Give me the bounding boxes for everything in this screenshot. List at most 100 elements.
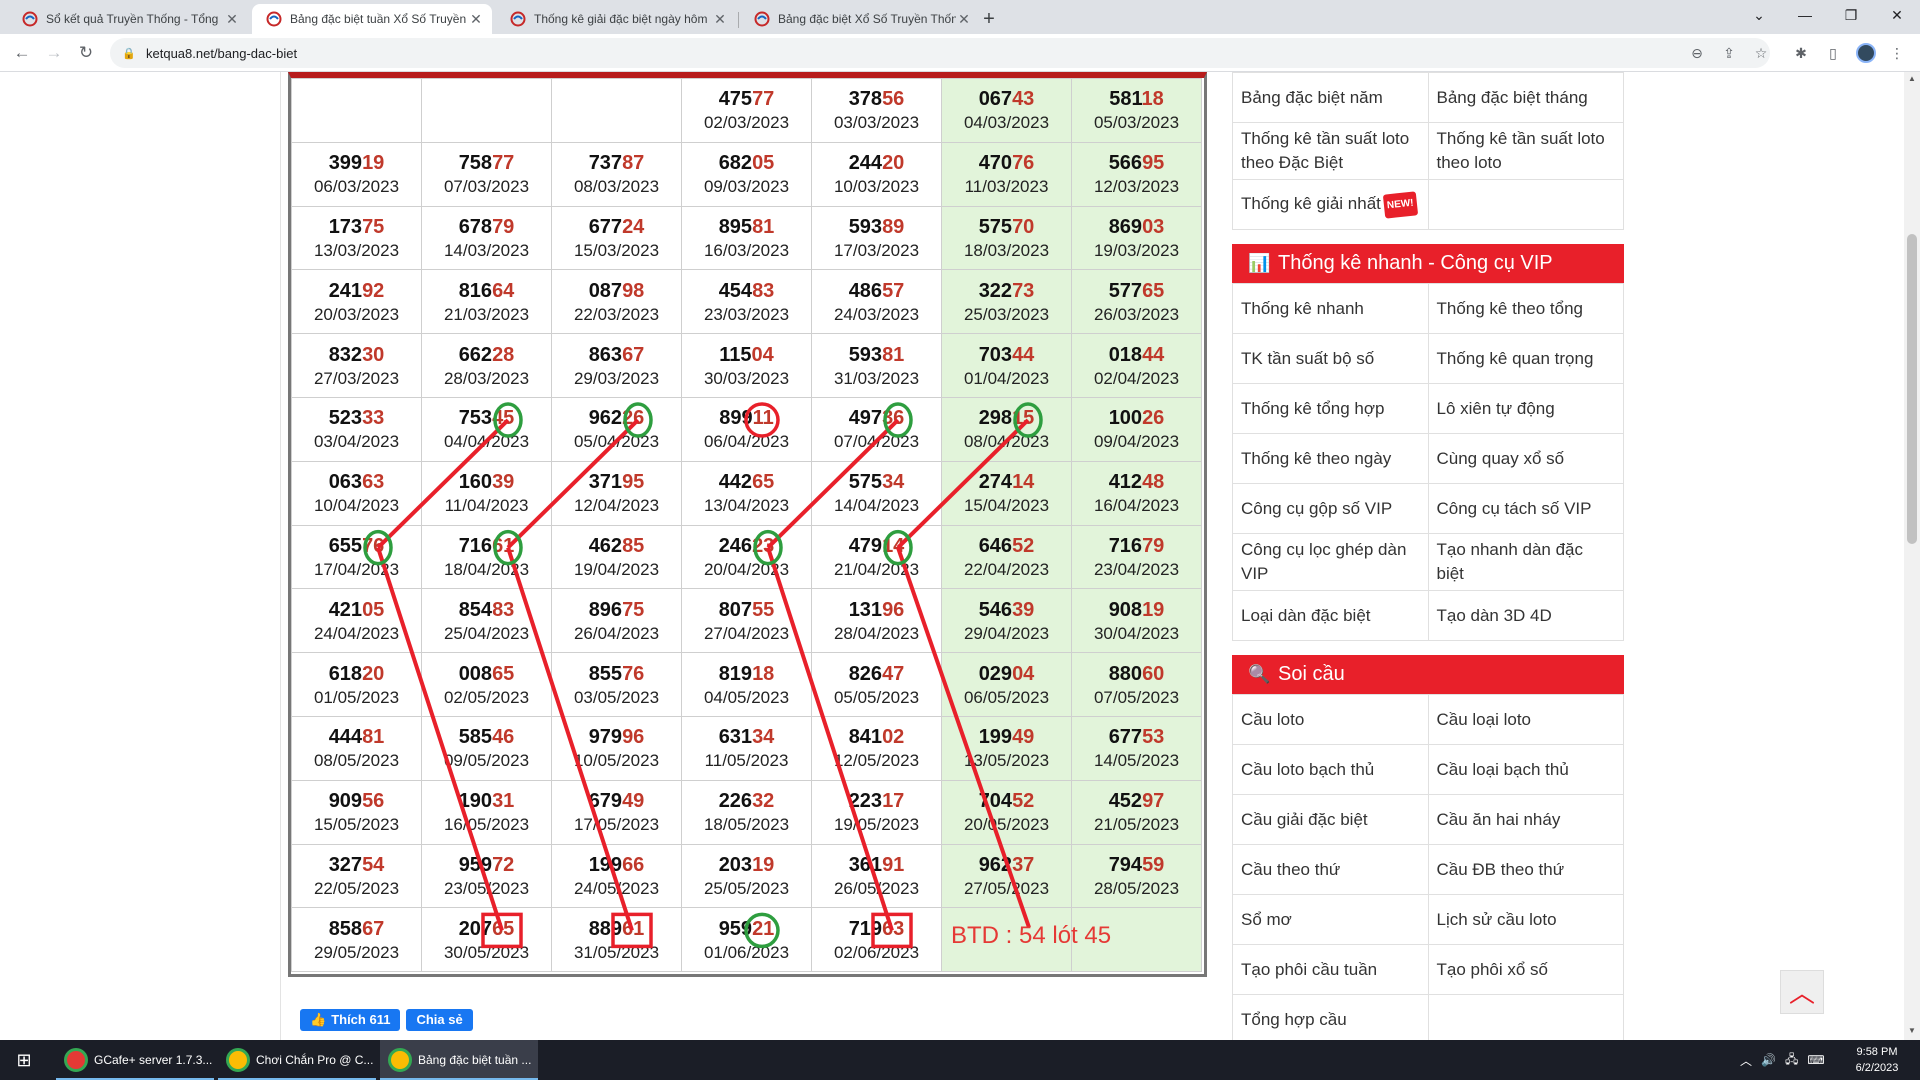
result-cell: 67949 17/05/2023: [551, 779, 682, 845]
share-icon[interactable]: ⇪: [1718, 42, 1740, 64]
sidebar-link[interactable]: Thống kê nhanh: [1232, 283, 1429, 334]
close-tab-icon[interactable]: ✕: [712, 11, 728, 28]
result-cell: 71661 18/04/2023: [421, 524, 552, 590]
volume-icon[interactable]: 🔊: [1761, 1053, 1776, 1067]
side-panel-icon[interactable]: ▯: [1822, 42, 1844, 64]
sidebar-link[interactable]: Bảng đặc biệt năm: [1232, 72, 1429, 123]
sidebar-link[interactable]: Thống kê tần suất loto theo loto: [1427, 122, 1624, 180]
page-content: 47577 02/03/2023 37856 03/03/2023 06743 04/03…: [0, 72, 1920, 1040]
scrollbar-track[interactable]: [1904, 72, 1920, 1040]
scroll-up-arrow-icon[interactable]: ▲: [1906, 74, 1918, 86]
sidebar-link[interactable]: Cầu theo thứ: [1232, 844, 1429, 895]
sidebar-link[interactable]: Thống kê theo ngày: [1232, 433, 1429, 484]
sidebar-link[interactable]: Cùng quay xổ số: [1427, 433, 1624, 484]
close-tab-icon[interactable]: ✕: [956, 11, 972, 28]
sidebar-row: Thống kê giải nhất NEW!: [1232, 179, 1624, 230]
draw-date: 05/05/2023: [833, 687, 920, 707]
draw-date: 19/04/2023: [573, 559, 660, 579]
menu-kebab-icon[interactable]: ⋮: [1886, 42, 1908, 64]
forward-icon[interactable]: →: [42, 41, 66, 65]
sidebar-link[interactable]: Thống kê tổng hợp: [1232, 383, 1429, 434]
sidebar-link[interactable]: Thống kê theo tổng: [1427, 283, 1624, 334]
taskbar-item[interactable]: Bảng đặc biệt tuần ...: [380, 1040, 538, 1080]
sidebar-link[interactable]: Thống kê tần suất loto theo Đặc Biệt: [1232, 122, 1429, 180]
close-tab-icon[interactable]: ✕: [468, 11, 484, 28]
browser-tab[interactable]: Bảng đặc biệt tuần Xổ Số Truyền ✕: [252, 4, 492, 34]
sidebar-link[interactable]: Bảng đặc biệt tháng: [1427, 72, 1624, 123]
draw-date: 23/05/2023: [443, 878, 530, 898]
sidebar-link[interactable]: Lịch sử cầu loto: [1427, 894, 1624, 945]
scroll-to-top-button[interactable]: ︿: [1780, 970, 1824, 1014]
bookmark-star-icon[interactable]: ☆: [1750, 42, 1772, 64]
address-bar[interactable]: 🔒 ketqua8.net/bang-dac-biet: [110, 38, 1770, 68]
draw-date: 03/04/2023: [313, 432, 400, 452]
reload-icon[interactable]: ↻: [74, 41, 98, 65]
special-number: 71963: [848, 917, 905, 940]
draw-date: 24/05/2023: [573, 878, 660, 898]
browser-tab[interactable]: Bảng đặc biệt Xổ Số Truyền Thốn ✕: [740, 4, 980, 34]
sidebar-link[interactable]: Cầu loại loto: [1427, 694, 1624, 745]
new-tab-button[interactable]: +: [975, 5, 1003, 33]
zoom-icon[interactable]: ⊖: [1686, 42, 1708, 64]
browser-tab[interactable]: Sổ kết quả Truyền Thống - Tổng ✕: [8, 4, 248, 34]
profile-avatar[interactable]: [1856, 43, 1876, 63]
sidebar-link[interactable]: Cầu loto bạch thủ: [1232, 744, 1429, 795]
sidebar-link[interactable]: Thống kê quan trọng: [1427, 333, 1624, 384]
draw-date: 02/06/2023: [833, 942, 920, 962]
browser-tab[interactable]: Thống kê giải đặc biệt ngày hôm ✕: [496, 4, 736, 34]
minimize-icon[interactable]: —: [1782, 0, 1828, 30]
sidebar-row: Công cụ lọc ghép dàn VIP Tạo nhanh dàn đặ…: [1232, 533, 1624, 591]
back-icon[interactable]: ←: [10, 41, 34, 65]
special-number: 57765: [1108, 279, 1165, 302]
special-number: 75877: [458, 152, 515, 175]
sidebar-link-label: Cầu loto: [1241, 709, 1305, 729]
sidebar-link[interactable]: Cầu giải đặc biệt: [1232, 794, 1429, 845]
sidebar-link[interactable]: Tạo phôi cầu tuần: [1232, 944, 1429, 995]
tab-search-icon[interactable]: ⌄: [1736, 0, 1782, 30]
sidebar-link[interactable]: Tạo nhanh dàn đặc biệt: [1427, 533, 1624, 591]
like-button[interactable]: 👍 Thích 611: [300, 1009, 401, 1031]
sidebar-link[interactable]: TK tần suất bộ số: [1232, 333, 1429, 384]
sidebar-link[interactable]: Công cụ tách số VIP: [1427, 483, 1624, 534]
scroll-down-arrow-icon[interactable]: ▼: [1906, 1026, 1918, 1038]
sidebar-link[interactable]: Cầu ăn hai nháy: [1427, 794, 1624, 845]
sidebar-link-label: Tạo phôi cầu tuần: [1241, 959, 1378, 979]
scrollbar-thumb[interactable]: [1907, 234, 1917, 544]
url-text[interactable]: ketqua8.net/bang-dac-biet: [146, 46, 297, 61]
draw-date: 18/05/2023: [703, 815, 790, 835]
sidebar-link[interactable]: Công cụ lọc ghép dàn VIP: [1232, 533, 1429, 591]
sidebar-link[interactable]: Tạo phôi xổ số: [1427, 944, 1624, 995]
taskbar-item[interactable]: Chơi Chắn Pro @ C...: [218, 1040, 376, 1080]
sidebar-link[interactable]: Loại dàn đặc biệt: [1232, 590, 1429, 641]
sidebar-row: Tạo phôi cầu tuần Tạo phôi xổ số: [1232, 944, 1624, 995]
table-row: 65576 17/04/2023 71661 18/04/2023 46285 19/04…: [291, 524, 1202, 590]
sidebar-link[interactable]: Cầu loto: [1232, 694, 1429, 745]
close-tab-icon[interactable]: ✕: [224, 11, 240, 28]
draw-date: 12/03/2023: [1093, 177, 1180, 197]
special-results-table: 47577 02/03/2023 37856 03/03/2023 06743 04/03…: [288, 72, 1207, 977]
windows-start-icon[interactable]: ⊞: [0, 1040, 48, 1080]
sidebar-link[interactable]: Tổng hợp cầu: [1232, 994, 1429, 1040]
language-icon[interactable]: ⌨: [1807, 1053, 1824, 1067]
extensions-icon[interactable]: ✱: [1790, 42, 1812, 64]
sidebar-link[interactable]: Thống kê giải nhất NEW!: [1232, 179, 1429, 230]
sidebar-row: Thống kê tổng hợp Lô xiên tự động: [1232, 383, 1624, 434]
restore-icon[interactable]: ❐: [1828, 0, 1874, 30]
taskbar-item[interactable]: GCafe+ server 1.7.3...: [56, 1040, 214, 1080]
tray-chevron-icon[interactable]: ︿: [1740, 1052, 1752, 1069]
sidebar-link[interactable]: Cầu ĐB theo thứ: [1427, 844, 1624, 895]
sidebar-link[interactable]: Cầu loại bạch thủ: [1427, 744, 1624, 795]
sidebar-link[interactable]: Lô xiên tự động: [1427, 383, 1624, 434]
result-cell: 19966 24/05/2023: [551, 843, 682, 909]
network-icon[interactable]: 🖧: [1785, 1050, 1798, 1071]
draw-date: 11/05/2023: [704, 751, 789, 771]
sidebar-link[interactable]: Sổ mơ: [1232, 894, 1429, 945]
sidebar-link[interactable]: Tạo dàn 3D 4D: [1427, 590, 1624, 641]
sidebar-link[interactable]: Công cụ gộp số VIP: [1232, 483, 1429, 534]
draw-date: 28/03/2023: [443, 368, 530, 388]
close-window-icon[interactable]: ✕: [1874, 0, 1920, 30]
lock-icon[interactable]: 🔒: [122, 47, 136, 60]
share-button[interactable]: Chia sẻ: [406, 1009, 473, 1031]
special-number: 06743: [978, 88, 1035, 111]
clock[interactable]: 9:58 PM 6/2/2023: [1852, 1044, 1902, 1076]
